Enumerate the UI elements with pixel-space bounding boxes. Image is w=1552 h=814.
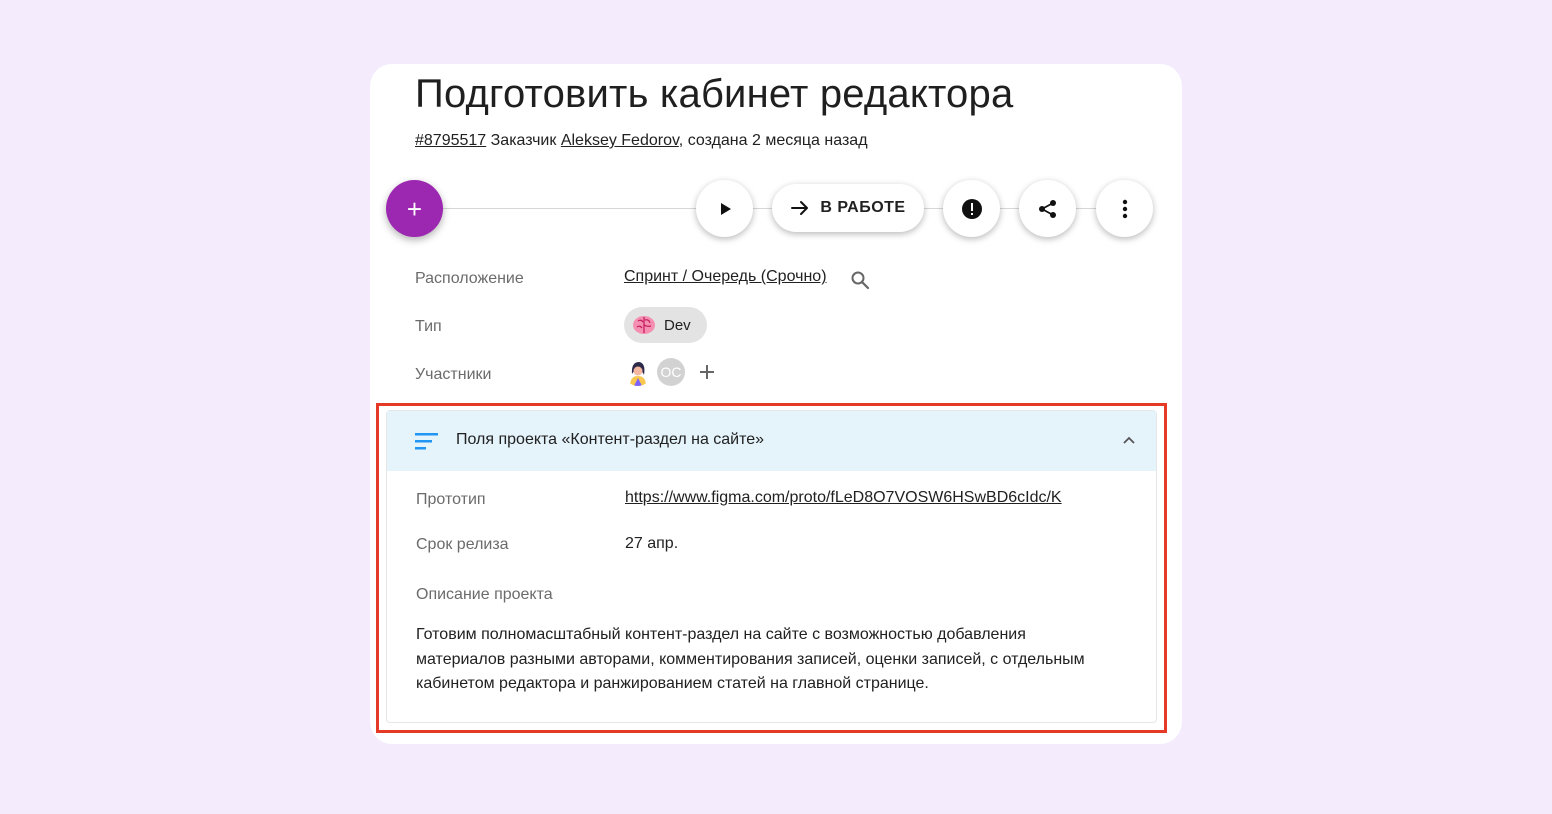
plus-icon [700,365,714,379]
alert-icon [961,198,982,219]
customer-link[interactable]: Aleksey Fedorov [561,132,679,149]
task-meta: #8795517 Заказчик Aleksey Fedorov, созда… [415,132,868,150]
prototype-link[interactable]: https://www.figma.com/proto/fLeD8O7VOSW6… [625,489,1092,507]
more-button[interactable] [1096,180,1153,237]
start-timer-button[interactable] [696,180,753,237]
add-member-button[interactable] [696,358,718,386]
type-chip-label: Dev [664,316,691,334]
status-label: В РАБОТЕ [820,199,906,216]
add-button[interactable]: + [386,180,443,237]
sort-lines-icon [415,433,438,450]
play-icon [720,202,731,215]
task-title: Подготовить кабинет редактора [415,72,1014,116]
share-button[interactable] [1019,180,1076,237]
avatar[interactable] [624,358,652,386]
description-text: Готовим полномасштабный контент-раздел н… [416,626,1085,692]
members-label: Участники [415,366,492,383]
release-label: Срок релиза [416,536,509,553]
alert-button[interactable] [943,180,1000,237]
location-link[interactable]: Спринт / Очередь (Срочно) [624,268,827,286]
status-button[interactable]: В РАБОТЕ [772,184,924,232]
brain-icon [633,316,655,334]
avatar-initials[interactable]: ОС [657,358,685,386]
release-value: 27 апр. [625,535,679,552]
panel-header[interactable]: Поля проекта «Контент-раздел на сайте» [387,411,1156,471]
chevron-up-icon[interactable] [1122,433,1136,447]
location-label: Расположение [415,270,524,287]
description-label: Описание проекта [416,586,553,603]
arrow-right-icon [791,201,809,215]
project-fields-panel: Поля проекта «Контент-раздел на сайте» П… [386,410,1157,723]
customer-prefix: Заказчик [490,132,557,149]
more-vertical-icon [1122,199,1127,218]
type-label: Тип [415,318,442,335]
panel-title: Поля проекта «Контент-раздел на сайте» [456,431,765,448]
prototype-label: Прототип [416,491,486,508]
avatar-image [624,358,652,386]
type-chip[interactable]: Dev [624,307,707,343]
search-icon[interactable] [850,270,870,290]
task-id-link[interactable]: #8795517 [415,132,486,149]
share-icon [1038,199,1056,218]
created-text: , создана 2 месяца назад [678,132,868,149]
